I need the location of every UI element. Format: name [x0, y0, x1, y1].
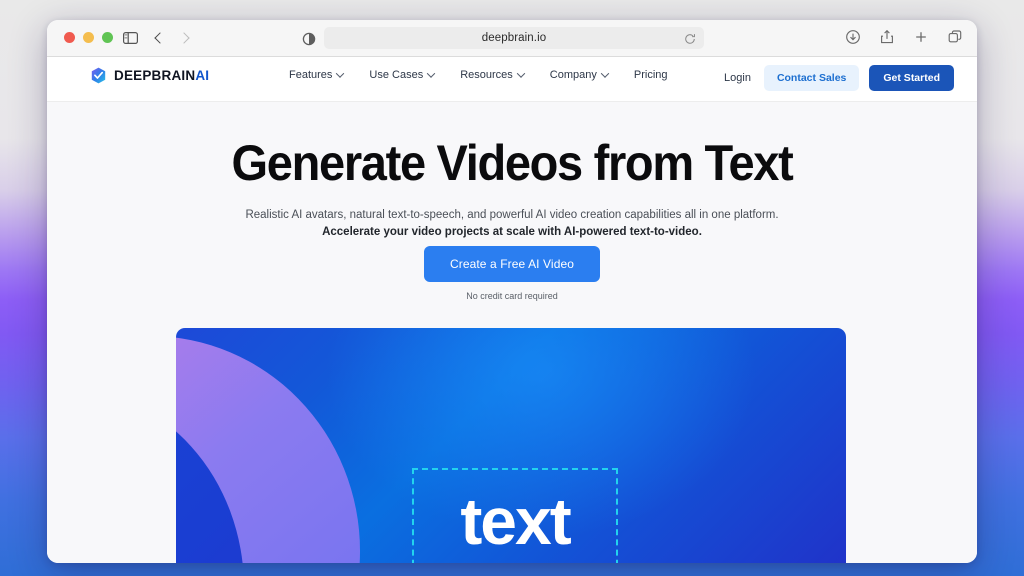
browser-toolbar: deepbrain.io	[47, 20, 977, 57]
downloads-icon[interactable]	[845, 29, 861, 45]
page-content: Generate Videos from Text Realistic AI a…	[47, 102, 977, 563]
contact-sales-button[interactable]: Contact Sales	[763, 65, 860, 91]
back-arrow-icon[interactable]	[152, 30, 168, 46]
brand-name-suffix: AI	[195, 68, 210, 83]
toolbar-actions	[845, 29, 963, 45]
nav-label: Resources	[460, 69, 513, 81]
minimize-window-button[interactable]	[83, 32, 94, 43]
close-window-button[interactable]	[64, 32, 75, 43]
chevron-down-icon	[516, 69, 526, 78]
new-tab-icon[interactable]	[913, 29, 929, 45]
hero-subtitle: Realistic AI avatars, natural text-to-sp…	[47, 207, 977, 242]
get-started-button[interactable]: Get Started	[869, 65, 954, 91]
hero-subtitle-line-1: Realistic AI avatars, natural text-to-sp…	[245, 209, 779, 221]
primary-nav: Features Use Cases Resources Company Pri…	[289, 69, 668, 81]
deepbrain-cube-icon	[90, 67, 107, 84]
tab-overview-icon[interactable]	[947, 29, 963, 45]
reload-icon[interactable]	[684, 32, 696, 44]
share-icon[interactable]	[879, 29, 895, 45]
login-link[interactable]: Login	[724, 72, 751, 84]
nav-label: Features	[289, 69, 333, 81]
create-free-ai-video-button[interactable]: Create a Free AI Video	[423, 246, 601, 282]
nav-item-use-cases[interactable]: Use Cases	[369, 69, 436, 81]
browser-window: deepbrain.io DEEPBRAINAI Features Use Ca…	[47, 20, 977, 563]
hero-cta: Create a Free AI Video No credit card re…	[47, 246, 977, 301]
window-traffic-lights	[64, 32, 113, 43]
chevron-down-icon	[426, 69, 436, 78]
page-title: Generate Videos from Text	[231, 135, 794, 191]
video-caption-word: text	[460, 484, 571, 558]
site-navbar: DEEPBRAINAI Features Use Cases Resources	[47, 57, 977, 102]
brand-name-main: DEEPBRAIN	[114, 68, 196, 83]
nav-label: Company	[549, 69, 597, 81]
forward-arrow-icon	[176, 30, 192, 46]
nav-item-features[interactable]: Features	[289, 69, 345, 81]
brand-name: DEEPBRAINAI	[114, 68, 209, 83]
url-text: deepbrain.io	[481, 32, 547, 44]
zoom-window-button[interactable]	[102, 32, 113, 43]
sidebar-toggle-icon[interactable]	[122, 30, 138, 46]
nav-actions: Login Contact Sales Get Started	[724, 65, 954, 91]
brand-logo[interactable]: DEEPBRAINAI	[90, 67, 209, 84]
nav-label: Use Cases	[369, 69, 424, 81]
address-bar[interactable]: deepbrain.io	[324, 27, 704, 49]
shield-privacy-icon[interactable]	[301, 31, 317, 47]
nav-label: Pricing	[633, 69, 668, 81]
nav-item-company[interactable]: Company	[549, 69, 610, 81]
cta-note: No credit card required	[466, 291, 558, 301]
hero-subtitle-line-2: Accelerate your video projects at scale …	[322, 226, 702, 239]
hero-video-preview[interactable]: text	[176, 328, 846, 563]
chevron-down-icon	[336, 69, 345, 78]
desktop-background: deepbrain.io DEEPBRAINAI Features Use Ca…	[0, 0, 1024, 576]
nav-item-resources[interactable]: Resources	[460, 69, 526, 81]
nav-item-pricing[interactable]: Pricing	[634, 69, 668, 81]
chevron-down-icon	[600, 69, 610, 78]
